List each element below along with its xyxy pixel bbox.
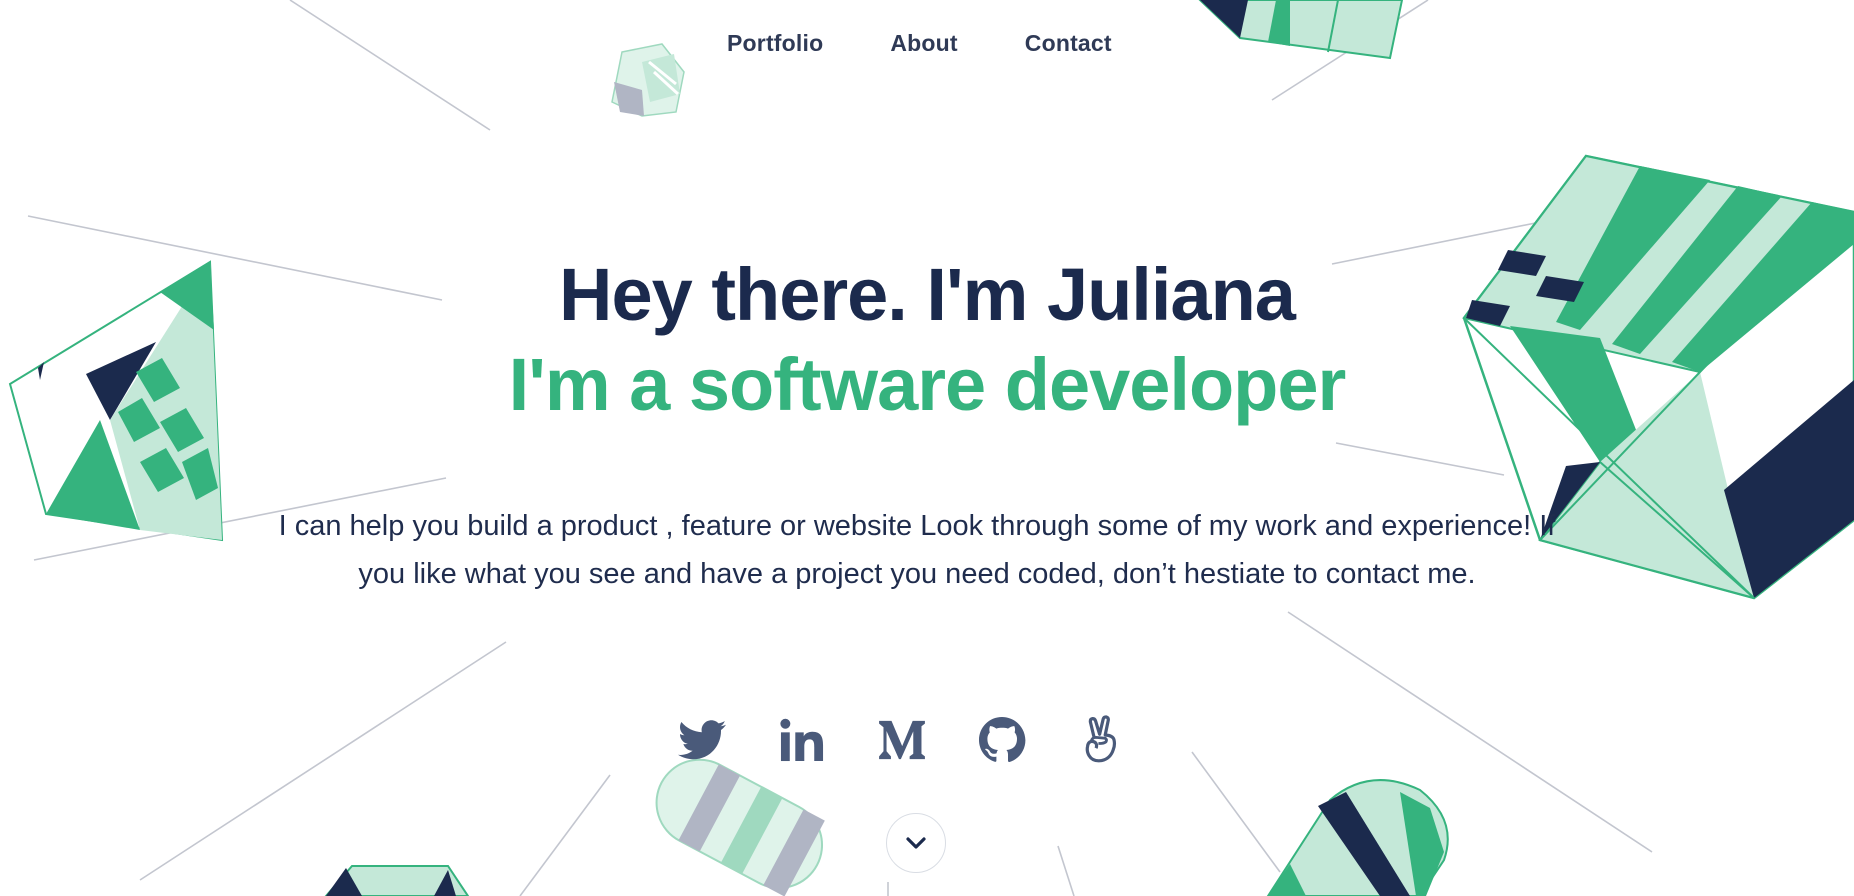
page: Portfolio About Contact Hey there. I'm J…: [0, 0, 1854, 896]
scroll-down-button[interactable]: [886, 813, 946, 873]
bottom-right-capsule-shape: [1266, 779, 1449, 896]
hero-intro-text: I can help you build a product , feature…: [278, 510, 1556, 590]
medium-icon: [879, 720, 925, 760]
nav-portfolio-link[interactable]: Portfolio: [727, 30, 823, 60]
github-icon: [979, 717, 1026, 763]
bottom-house-shape: [324, 865, 470, 896]
small-cube-shape: [611, 43, 685, 117]
hero-subtitle: I'm a software developer: [508, 343, 1347, 426]
twitter-link[interactable]: [676, 714, 728, 766]
top-cube-shape: [1198, 0, 1404, 60]
nav-contact-link[interactable]: Contact: [1025, 30, 1112, 60]
capsule-shape: [655, 758, 825, 896]
angellist-link[interactable]: [1076, 714, 1128, 766]
social-links: [676, 714, 1128, 766]
linkedin-icon: [780, 718, 824, 762]
main-nav: Portfolio About Contact: [727, 30, 1112, 60]
github-link[interactable]: [976, 714, 1028, 766]
nav-about-link[interactable]: About: [890, 30, 957, 60]
linkedin-link[interactable]: [776, 714, 828, 766]
medium-link[interactable]: [876, 714, 928, 766]
twitter-icon: [678, 720, 726, 760]
chevron-down-icon: [906, 837, 926, 849]
angellist-icon: [1085, 715, 1117, 763]
hero-title: Hey there. I'm Juliana: [559, 253, 1296, 336]
